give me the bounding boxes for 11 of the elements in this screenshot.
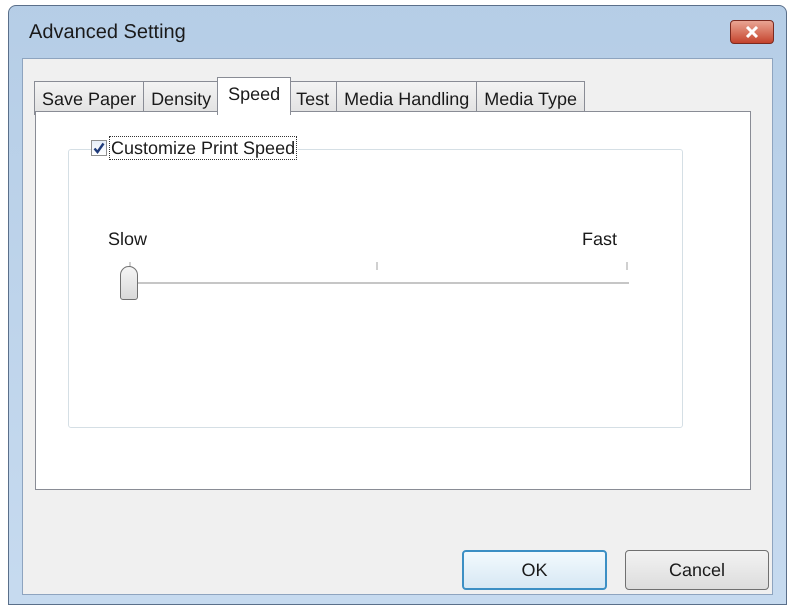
tab[interactable]: Speed — [217, 77, 292, 115]
slider-thumb[interactable] — [120, 266, 138, 300]
slider-max-label: Fast — [582, 228, 618, 251]
window-title: Advanced Setting — [29, 20, 186, 45]
slider-min-label: Slow — [108, 228, 148, 251]
checkbox[interactable] — [91, 140, 107, 156]
check-icon — [93, 142, 105, 154]
close-icon — [745, 26, 759, 38]
close-button[interactable] — [730, 20, 774, 44]
dialog-button[interactable]: Cancel — [625, 550, 769, 590]
dialog-button[interactable]: OK — [462, 550, 607, 590]
